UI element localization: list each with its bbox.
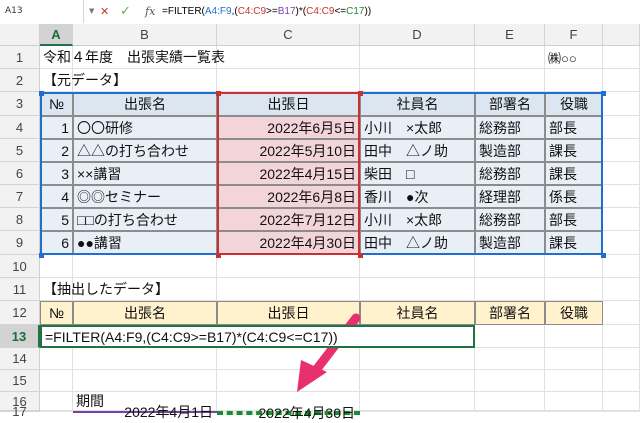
end-date-cell[interactable]: 2022年4月30日 [217, 405, 360, 421]
cell-text: 【抽出したデータ】 [43, 281, 169, 297]
cell-a17[interactable] [40, 411, 73, 412]
cell-f17[interactable] [545, 411, 603, 412]
cell-text: =FILTER(A4:F9,(C4:C9>=B17)*(C4:C9<=C17)) [45, 328, 338, 345]
source-data-label[interactable]: 【元データ】 [40, 69, 217, 92]
cell-extra [603, 411, 640, 412]
active-cell-formula-edit[interactable]: =FILTER(A4:F9,(C4:C9>=B17)*(C4:C9<=C17)) [40, 325, 475, 348]
cell-e17[interactable] [475, 411, 545, 412]
extract-data-label[interactable]: 【抽出したデータ】 [40, 278, 360, 301]
cell-d17[interactable] [360, 411, 475, 412]
sheet-title[interactable]: 令和４年度 出張実績一覧表 [40, 46, 475, 69]
cell-text: 令和４年度 出張実績一覧表 [43, 49, 225, 65]
cell-text: 【元データ】 [43, 72, 127, 88]
row-header-17[interactable]: 17 [0, 404, 40, 419]
start-date-cell[interactable]: 2022年4月1日 [73, 404, 217, 420]
